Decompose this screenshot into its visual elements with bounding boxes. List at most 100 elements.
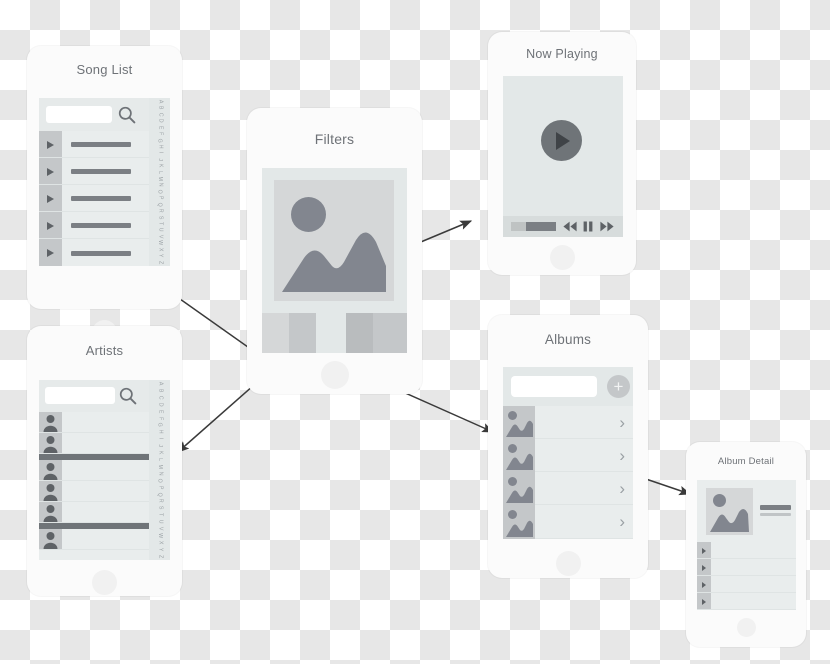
album-cover[interactable] — [706, 488, 753, 535]
filter-thumbnail-2[interactable] — [289, 313, 316, 353]
chevron-right-icon[interactable]: › — [619, 479, 625, 499]
alpha-index-letter[interactable]: V — [157, 527, 163, 531]
search-icon[interactable] — [117, 105, 137, 125]
chevron-right-icon[interactable]: › — [619, 446, 625, 466]
alpha-index-letter[interactable]: M — [157, 177, 163, 181]
list-item[interactable] — [39, 412, 149, 433]
alpha-index-letter[interactable]: Z — [157, 261, 163, 264]
chevron-right-icon[interactable]: › — [619, 512, 625, 532]
rewind-icon[interactable] — [563, 221, 577, 232]
alpha-index-letter[interactable]: N — [157, 183, 163, 187]
alpha-index-letter[interactable]: C — [157, 113, 163, 117]
home-button[interactable] — [321, 361, 349, 389]
alpha-index-letter[interactable]: O — [157, 478, 163, 482]
table-row[interactable] — [697, 559, 796, 576]
alpha-index-letter[interactable]: X — [157, 541, 163, 545]
play-icon[interactable] — [47, 167, 54, 176]
alpha-index-letter[interactable]: L — [157, 458, 163, 461]
alpha-index-letter[interactable]: B — [157, 106, 163, 110]
list-item[interactable] — [39, 529, 149, 550]
alpha-index-letter[interactable]: A — [157, 100, 163, 104]
filter-thumbnail-4[interactable] — [346, 313, 373, 353]
home-button[interactable] — [92, 570, 117, 595]
play-icon[interactable] — [47, 194, 54, 203]
list-item[interactable] — [39, 433, 149, 454]
alpha-index-letter[interactable]: G — [157, 423, 163, 427]
table-row[interactable]: › — [503, 472, 633, 505]
pause-icon[interactable] — [583, 221, 593, 232]
album-thumbnail[interactable] — [503, 406, 535, 439]
search-input[interactable] — [511, 376, 597, 397]
alpha-index-letter[interactable]: Z — [157, 555, 163, 558]
alpha-index-letter[interactable]: R — [157, 209, 163, 213]
alpha-index-letter[interactable]: E — [157, 410, 163, 414]
home-button[interactable] — [556, 551, 581, 576]
home-button[interactable] — [550, 245, 575, 270]
album-thumbnail[interactable] — [503, 472, 535, 505]
alpha-index-letter[interactable]: O — [157, 189, 163, 193]
table-row[interactable]: › — [503, 505, 633, 539]
alpha-index-letter[interactable]: X — [157, 248, 163, 252]
fast-forward-icon[interactable] — [600, 221, 614, 232]
alpha-index-letter[interactable]: L — [157, 171, 163, 174]
alpha-index-letter[interactable]: H — [157, 430, 163, 434]
alpha-index-letter[interactable]: F — [157, 132, 163, 135]
alpha-index-letter[interactable]: H — [157, 145, 163, 149]
table-row[interactable]: › — [503, 439, 633, 472]
alpha-index-letter[interactable]: V — [157, 235, 163, 239]
screen-artists[interactable]: Artists ABCDEFGH I J KLMNOPQRST UVWXYZ — [27, 326, 182, 596]
play-icon[interactable] — [702, 582, 706, 588]
alpha-index-letter[interactable]: U — [157, 520, 163, 524]
play-icon[interactable] — [47, 221, 54, 230]
alpha-index-letter[interactable]: Q — [157, 202, 163, 206]
alpha-index-letter[interactable]: D — [157, 119, 163, 123]
alpha-index-letter[interactable]: E — [157, 126, 163, 130]
alpha-index-letter[interactable]: T — [157, 513, 163, 516]
table-row[interactable] — [697, 542, 796, 559]
alphabet-index-song-list[interactable]: ABCDEFGH I JKLMNOPQRSTUVWXYZ — [149, 98, 170, 266]
table-row[interactable] — [39, 239, 149, 266]
alpha-index-letter[interactable]: G — [157, 138, 163, 142]
alphabet-index-artists[interactable]: ABCDEFGH I J KLMNOPQRST UVWXYZ — [149, 380, 170, 560]
alpha-index-letter[interactable]: Y — [157, 254, 163, 258]
alpha-index-letter[interactable]: J — [157, 158, 163, 161]
alpha-index-letter[interactable]: K — [157, 164, 163, 168]
search-input[interactable] — [46, 106, 112, 123]
alpha-index-letter[interactable]: Q — [157, 492, 163, 496]
alpha-index-letter[interactable]: U — [157, 228, 163, 232]
add-album-button[interactable]: + — [607, 375, 630, 398]
alpha-index-letter[interactable]: I — [157, 438, 163, 439]
search-input[interactable] — [45, 387, 115, 404]
table-row[interactable] — [39, 131, 149, 158]
list-item[interactable] — [39, 481, 149, 502]
table-row[interactable] — [39, 158, 149, 185]
alpha-index-letter[interactable]: W — [157, 240, 163, 245]
screen-filters[interactable]: Filters — [247, 108, 422, 394]
list-item[interactable] — [39, 502, 149, 523]
table-row[interactable]: › — [503, 406, 633, 439]
album-thumbnail[interactable] — [503, 505, 535, 539]
alpha-index-letter[interactable]: I — [157, 152, 163, 153]
alpha-index-letter[interactable]: C — [157, 396, 163, 400]
alpha-index-letter[interactable]: D — [157, 402, 163, 406]
table-row[interactable] — [697, 593, 796, 610]
table-row[interactable] — [39, 185, 149, 212]
table-row[interactable] — [39, 212, 149, 239]
alpha-index-letter[interactable]: S — [157, 215, 163, 219]
list-item[interactable] — [39, 460, 149, 481]
alpha-index-letter[interactable]: W — [157, 533, 163, 538]
search-icon[interactable] — [118, 386, 138, 406]
screen-albums[interactable]: Albums + › › › › — [488, 315, 648, 578]
album-thumbnail[interactable] — [503, 439, 535, 472]
image-placeholder-icon[interactable] — [274, 180, 394, 301]
alpha-index-letter[interactable]: J — [157, 444, 163, 447]
alpha-index-letter[interactable]: T — [157, 222, 163, 225]
table-row[interactable] — [697, 576, 796, 593]
alpha-index-letter[interactable]: R — [157, 499, 163, 503]
screen-album-detail[interactable]: Album Detail — [686, 442, 806, 647]
play-icon[interactable] — [702, 548, 706, 554]
alpha-index-letter[interactable]: S — [157, 506, 163, 510]
play-icon[interactable] — [47, 140, 54, 149]
alpha-index-letter[interactable]: F — [157, 417, 163, 420]
filter-thumbnail-1[interactable] — [262, 313, 289, 353]
